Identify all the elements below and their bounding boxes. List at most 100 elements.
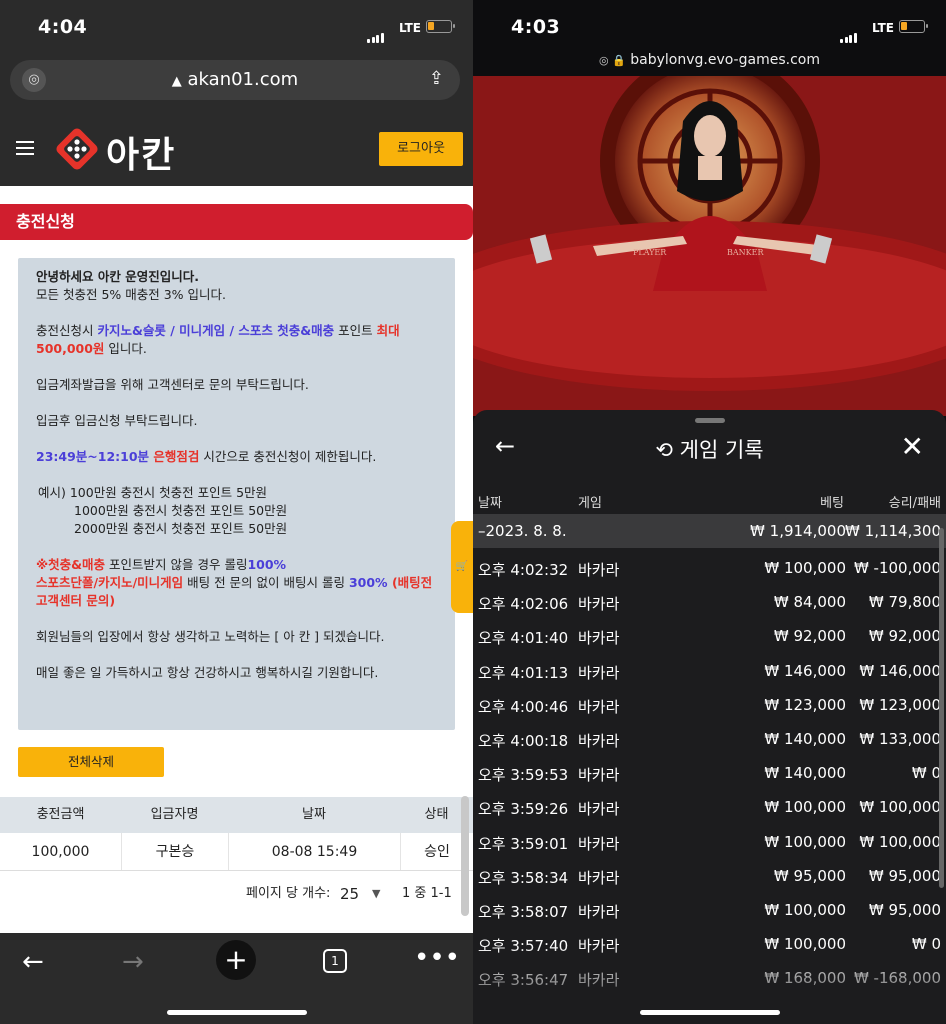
history-row[interactable]: 오후 4:01:13 바카라 ₩ 146,000 ₩ 146,000 [473, 654, 946, 688]
history-game: 바카라 [578, 834, 620, 853]
drag-handle[interactable] [695, 418, 725, 423]
notice-paragraph: ※첫충&매충 포인트받지 않을 경우 롤링100% 스포츠단폴/카지노/미니게임 … [36, 557, 433, 608]
game-history-panel: ← ⟲ 게임 기록 ✕ 날짜 게임 베팅 승리/패배 –2023. 8. 8. … [473, 410, 946, 1024]
history-bet: ₩ 100,000 [764, 832, 846, 851]
history-result: ₩ 133,000 [859, 730, 941, 748]
history-time: 오후 3:58:07 [478, 903, 569, 921]
notice-paragraph: 회원님들의 입장에서 항상 생각하고 노력하는 [ 아 칸 ] 되겠습니다. [36, 629, 385, 644]
history-bet: ₩ 84,000 [773, 593, 846, 612]
caret-down-icon[interactable]: ▼ [372, 873, 380, 915]
history-bet: ₩ 100,000 [764, 901, 846, 919]
history-row[interactable]: 오후 3:58:07 바카라 ₩ 100,000 ₩ 95,000 [473, 893, 946, 927]
notice-greeting: 안녕하세요 아칸 운영진입니다. [36, 269, 199, 284]
history-result: ₩ 123,000 [859, 695, 941, 714]
history-result: ₩ 92,000 [868, 627, 941, 646]
share-icon[interactable]: ⇪ [429, 68, 444, 89]
history-bet: ₩ 140,000 [764, 764, 846, 783]
history-time: 오후 4:01:40 [478, 629, 569, 648]
notice-examples: 예시) 100만원 충전시 첫충전 포인트 5만원 1000만원 충전시 첫충전… [38, 485, 288, 536]
table-header: 충전금액 입금자명 날짜 상태 [0, 797, 473, 833]
history-result: ₩ 79,800 [868, 593, 941, 612]
notice-paragraph: 23:49분~12:10분 은행점검 시간으로 충전신청이 제한됩니다. [36, 449, 377, 464]
history-time: 오후 4:02:32 [478, 561, 569, 579]
per-page-label: 페이지 당 개수: [246, 886, 331, 901]
network-type: LTE [398, 21, 421, 35]
left-phone-screen: 4:04 LTE ◎ ▲ akan01.com ⇪ 아칸 로그아웃 충전신청 안… [0, 0, 473, 1024]
history-bet: ₩ 100,000 [764, 559, 846, 577]
network-type: LTE [871, 21, 894, 35]
browser-toolbar: ← → + 1 ••• [0, 933, 473, 1024]
history-result: ₩ 146,000 [859, 661, 941, 680]
delete-all-button[interactable]: 전체삭제 [18, 747, 164, 777]
per-page-select[interactable]: 25 [340, 873, 359, 915]
status-bar: 4:03 LTE [473, 0, 946, 58]
tabs-count-icon[interactable]: 1 [323, 949, 347, 973]
live-dealer-video[interactable]: PLAYER BANKER [473, 76, 946, 416]
battery-icon [426, 20, 455, 33]
history-game: 바카라 [578, 663, 620, 682]
history-row[interactable]: 오후 3:58:34 바카라 ₩ 95,000 ₩ 95,000 [473, 859, 946, 893]
more-icon[interactable]: ••• [414, 943, 460, 973]
history-game: 바카라 [578, 868, 620, 887]
history-game: 바카라 [578, 732, 620, 750]
history-clock-icon: ⟲ [655, 438, 673, 462]
logout-button[interactable]: 로그아웃 [379, 132, 463, 166]
notice-box: 안녕하세요 아칸 운영진입니다. 모든 첫충전 5% 매충전 3% 입니다. 충… [18, 258, 455, 730]
logo-text: 아칸 [106, 135, 177, 176]
scrollbar[interactable] [939, 528, 944, 888]
history-row[interactable]: 오후 4:02:32 바카라 ₩ 100,000 ₩ -100,000 [473, 551, 946, 585]
history-row[interactable]: 오후 3:59:53 바카라 ₩ 140,000 ₩ 0 [473, 756, 946, 790]
history-row[interactable]: 오후 3:59:01 바카라 ₩ 100,000 ₩ 100,000 [473, 825, 946, 859]
pagination: 페이지 당 개수: 25 ▼ 1 중 1-1 [0, 873, 473, 915]
battery-icon [899, 20, 928, 33]
status-time: 4:03 [511, 16, 561, 38]
history-game: 바카라 [578, 766, 620, 785]
close-icon[interactable]: ✕ [901, 430, 924, 463]
url-text: akan01.com [187, 69, 299, 90]
cart-icon[interactable]: 🛒 [451, 521, 473, 613]
notice-paragraph: 매일 좋은 일 가득하시고 항상 건강하시고 행복하시길 기원합니다. [36, 665, 379, 680]
table-row[interactable]: 100,000 구본승 08-08 15:49 승인 [0, 833, 473, 871]
history-row[interactable]: 오후 4:00:46 바카라 ₩ 123,000 ₩ 123,000 [473, 688, 946, 722]
history-bet: ₩ 100,000 [764, 798, 846, 817]
new-tab-plus-icon[interactable]: + [216, 940, 256, 980]
address-bar[interactable]: ◎ ▲ akan01.com ⇪ [10, 60, 460, 100]
right-phone-screen: 4:03 LTE ◎ 🔒 babylonvg.evo-games.com PLA… [473, 0, 946, 1024]
address-bar[interactable]: ◎ 🔒 babylonvg.evo-games.com [473, 52, 946, 68]
panel-title: 게임 기록 [679, 438, 764, 462]
notice-paragraph: 충전신청시 카지노&슬롯 / 미니게임 / 스포츠 첫충&매충 포인트 최대 5… [36, 323, 400, 356]
forward-arrow-icon[interactable]: → [122, 947, 144, 977]
history-result: ₩ 95,000 [868, 866, 941, 885]
history-game: 바카라 [578, 629, 620, 648]
url-text: babylonvg.evo-games.com [630, 52, 820, 68]
date-group-row[interactable]: –2023. 8. 8. ₩ 1,914,000 ₩ 1,114,300 [473, 514, 946, 548]
history-result: ₩ 100,000 [859, 798, 941, 817]
home-indicator [166, 1010, 307, 1015]
site-header: 아칸 로그아웃 [0, 112, 473, 186]
history-result: ₩ -100,000 [853, 559, 941, 577]
menu-icon[interactable] [16, 141, 34, 159]
notice-line: 모든 첫충전 5% 매충전 3% 입니다. [36, 287, 227, 302]
home-indicator [639, 1010, 780, 1015]
status-bar: 4:04 LTE [0, 0, 473, 58]
history-result: ₩ 100,000 [859, 832, 941, 851]
history-bet: ₩ 140,000 [764, 730, 846, 748]
history-header: 날짜 게임 베팅 승리/패배 [478, 496, 941, 511]
page-title: 충전신청 [0, 204, 473, 240]
history-row[interactable]: 오후 4:02:06 바카라 ₩ 84,000 ₩ 79,800 [473, 585, 946, 619]
history-row[interactable]: 오후 3:59:26 바카라 ₩ 100,000 ₩ 100,000 [473, 790, 946, 824]
history-row[interactable]: 오후 4:01:40 바카라 ₩ 92,000 ₩ 92,000 [473, 619, 946, 653]
scrollbar[interactable] [461, 796, 469, 916]
notice-paragraph: 입금후 입금신청 부탁드립니다. [36, 413, 198, 428]
notice-paragraph: 입금계좌발급을 위해 고객센터로 문의 부탁드립니다. [36, 377, 309, 392]
history-time: 오후 4:02:06 [478, 595, 569, 614]
history-time: 오후 3:58:34 [478, 868, 569, 887]
back-arrow-icon[interactable]: ← [22, 947, 44, 977]
history-row[interactable]: 오후 4:00:18 바카라 ₩ 140,000 ₩ 133,000 [473, 722, 946, 756]
history-time: 오후 3:59:26 [478, 800, 569, 819]
history-bet: ₩ 123,000 [764, 695, 846, 714]
banker-label: BANKER [727, 248, 764, 257]
history-result: ₩ 95,000 [868, 901, 941, 919]
warning-icon: ▲ [171, 74, 182, 89]
history-time: 오후 4:00:46 [478, 697, 569, 716]
